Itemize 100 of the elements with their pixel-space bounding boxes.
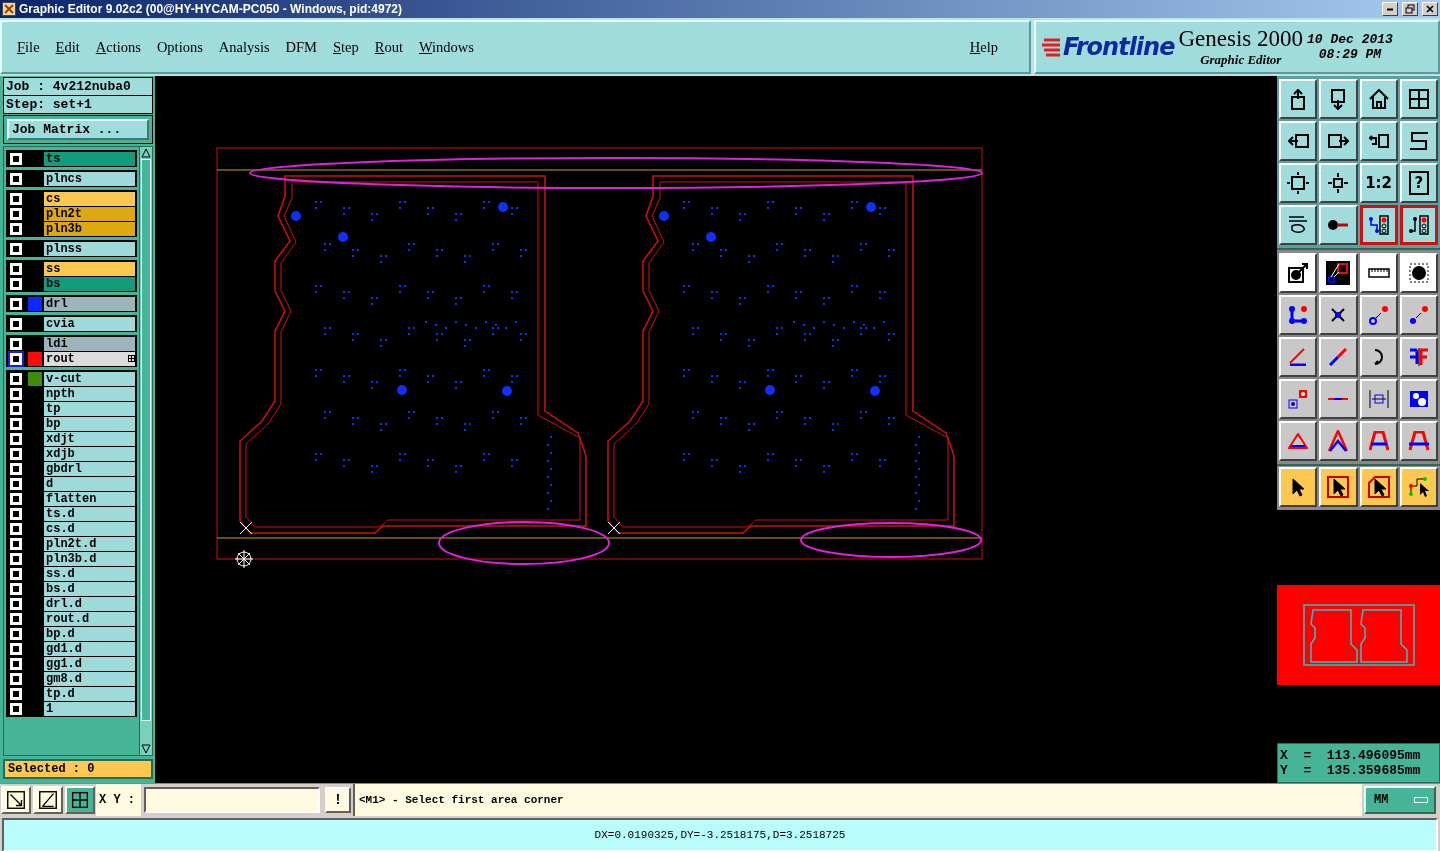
minimize-button[interactable] bbox=[1382, 2, 1398, 16]
layer-name[interactable]: rout.d bbox=[44, 611, 135, 626]
layer-name[interactable]: pln2t bbox=[44, 206, 135, 221]
layer-name[interactable]: gd1.d bbox=[44, 641, 135, 656]
layer-checkbox[interactable] bbox=[10, 262, 22, 275]
layer-checkbox[interactable] bbox=[10, 242, 22, 255]
layer-checkbox[interactable] bbox=[10, 192, 22, 205]
layer-checkbox[interactable] bbox=[10, 297, 22, 310]
layer-name[interactable]: npth bbox=[44, 386, 135, 401]
layer-checkbox[interactable] bbox=[10, 642, 22, 655]
menu-item[interactable]: Edit bbox=[55, 38, 89, 56]
restore-button[interactable] bbox=[1402, 2, 1418, 16]
layer-name[interactable]: bp.d bbox=[44, 626, 135, 641]
layer-checkbox[interactable] bbox=[10, 567, 22, 580]
dropdown-icon bbox=[1414, 797, 1428, 803]
layer-name[interactable]: ts bbox=[44, 151, 135, 166]
job-matrix-button[interactable]: Job Matrix ... bbox=[7, 119, 149, 140]
menu-item[interactable]: File bbox=[17, 38, 49, 56]
layer-checkbox[interactable] bbox=[10, 172, 22, 185]
layer-label: gd1.d bbox=[46, 641, 82, 656]
tool-button[interactable]: 1:2 bbox=[1359, 163, 1398, 203]
layer-checkbox[interactable] bbox=[10, 387, 22, 400]
layer-checkbox[interactable] bbox=[10, 477, 22, 490]
box-down-arrow-icon bbox=[1331, 88, 1346, 110]
layer-checkbox[interactable] bbox=[10, 627, 22, 640]
tool-button[interactable]: ? bbox=[1399, 163, 1438, 203]
layer-name[interactable]: flatten bbox=[44, 491, 135, 506]
layer-checkbox[interactable] bbox=[10, 612, 22, 625]
layer-name[interactable]: drl.d bbox=[44, 596, 135, 611]
help-menu[interactable]: Help bbox=[969, 38, 1007, 56]
layer-checkbox[interactable] bbox=[10, 372, 22, 385]
layer-name[interactable]: gg1.d bbox=[44, 656, 135, 671]
layer-checkbox[interactable] bbox=[10, 462, 22, 475]
layer-name[interactable]: pln2t.d bbox=[44, 536, 135, 551]
layer-checkbox[interactable] bbox=[10, 672, 22, 685]
layer-checkbox[interactable] bbox=[10, 702, 22, 715]
layer-name[interactable]: gbdrl bbox=[44, 461, 135, 476]
layer-checkbox[interactable] bbox=[10, 152, 22, 165]
layer-name[interactable]: cs bbox=[44, 191, 135, 206]
close-button[interactable] bbox=[1422, 2, 1438, 16]
layer-checkbox[interactable] bbox=[10, 492, 22, 505]
layer-name[interactable]: ss bbox=[44, 261, 135, 276]
layer-name[interactable]: drl bbox=[44, 296, 135, 311]
tool-button[interactable] bbox=[1399, 205, 1438, 245]
layer-name[interactable]: pln3b bbox=[44, 221, 135, 236]
layer-name[interactable]: tp.d bbox=[44, 686, 135, 701]
layer-checkbox[interactable] bbox=[10, 277, 22, 290]
layer-name[interactable]: tp bbox=[44, 401, 135, 416]
layer-name[interactable]: v-cut bbox=[44, 371, 135, 386]
layer-checkbox[interactable] bbox=[10, 597, 22, 610]
layer-checkbox[interactable] bbox=[10, 687, 22, 700]
scroll-thumb[interactable] bbox=[141, 159, 151, 721]
layer-checkbox[interactable] bbox=[10, 207, 22, 220]
layer-checkbox[interactable] bbox=[10, 552, 22, 565]
menu-item[interactable]: Step bbox=[333, 38, 368, 56]
layer-checkbox[interactable] bbox=[10, 402, 22, 415]
layer-name[interactable]: pln3b.d bbox=[44, 551, 135, 566]
menu-item[interactable]: Actions bbox=[95, 38, 150, 56]
layer-name[interactable]: cs.d bbox=[44, 521, 135, 536]
layer-checkbox[interactable] bbox=[10, 337, 22, 350]
layer-name[interactable]: d bbox=[44, 476, 135, 491]
layer-name[interactable]: cvia bbox=[44, 316, 135, 331]
menu-item[interactable]: Options bbox=[156, 38, 212, 56]
tool-button[interactable] bbox=[1359, 205, 1398, 245]
layer-name[interactable]: ts.d bbox=[44, 506, 135, 521]
layer-checkbox[interactable] bbox=[10, 222, 22, 235]
layer-name[interactable]: gm8.d bbox=[44, 671, 135, 686]
layer-checkbox[interactable] bbox=[10, 522, 22, 535]
layer-checkbox[interactable] bbox=[10, 657, 22, 670]
layer-name[interactable]: xdjt bbox=[44, 431, 135, 446]
layer-name[interactable]: 1 bbox=[44, 701, 135, 716]
layer-checkbox[interactable] bbox=[10, 317, 22, 330]
layer-label: pln2t bbox=[46, 206, 82, 221]
layer-checkbox[interactable] bbox=[10, 417, 22, 430]
layer-name[interactable]: ss.d bbox=[44, 566, 135, 581]
menu-item[interactable]: Windows bbox=[419, 38, 483, 56]
layer-name[interactable]: bs.d bbox=[44, 581, 135, 596]
units-dropdown[interactable]: MM bbox=[1364, 786, 1436, 814]
scrollbar[interactable] bbox=[139, 147, 152, 755]
layer-checkbox[interactable] bbox=[10, 432, 22, 445]
layer-name[interactable]: bp bbox=[44, 416, 135, 431]
layer-name[interactable]: ldi bbox=[44, 336, 135, 351]
layer-checkbox[interactable] bbox=[10, 507, 22, 520]
status-text: DX=0.0190325,DY=-3.2518175,D=3.2518725 bbox=[2, 818, 1438, 851]
layer-checkbox[interactable] bbox=[10, 352, 22, 365]
menu-item[interactable]: Rout bbox=[374, 38, 412, 56]
layer-name[interactable]: plncs bbox=[44, 171, 135, 186]
layer-name[interactable]: xdjb bbox=[44, 446, 135, 461]
layer-checkbox[interactable] bbox=[10, 447, 22, 460]
house-icon bbox=[1368, 89, 1389, 109]
nodes-icon bbox=[1288, 305, 1309, 325]
layer-checkbox[interactable] bbox=[10, 537, 22, 550]
layer-name[interactable]: bs bbox=[44, 276, 135, 291]
menu-item[interactable]: Analysis bbox=[218, 38, 279, 56]
layer-name[interactable]: plnss bbox=[44, 241, 135, 256]
layer-name[interactable]: rout bbox=[44, 351, 135, 366]
menu-item[interactable]: DFM bbox=[285, 38, 326, 56]
alert-button[interactable]: ! bbox=[325, 787, 351, 813]
xy-input-field[interactable] bbox=[144, 787, 320, 813]
layer-checkbox[interactable] bbox=[10, 582, 22, 595]
